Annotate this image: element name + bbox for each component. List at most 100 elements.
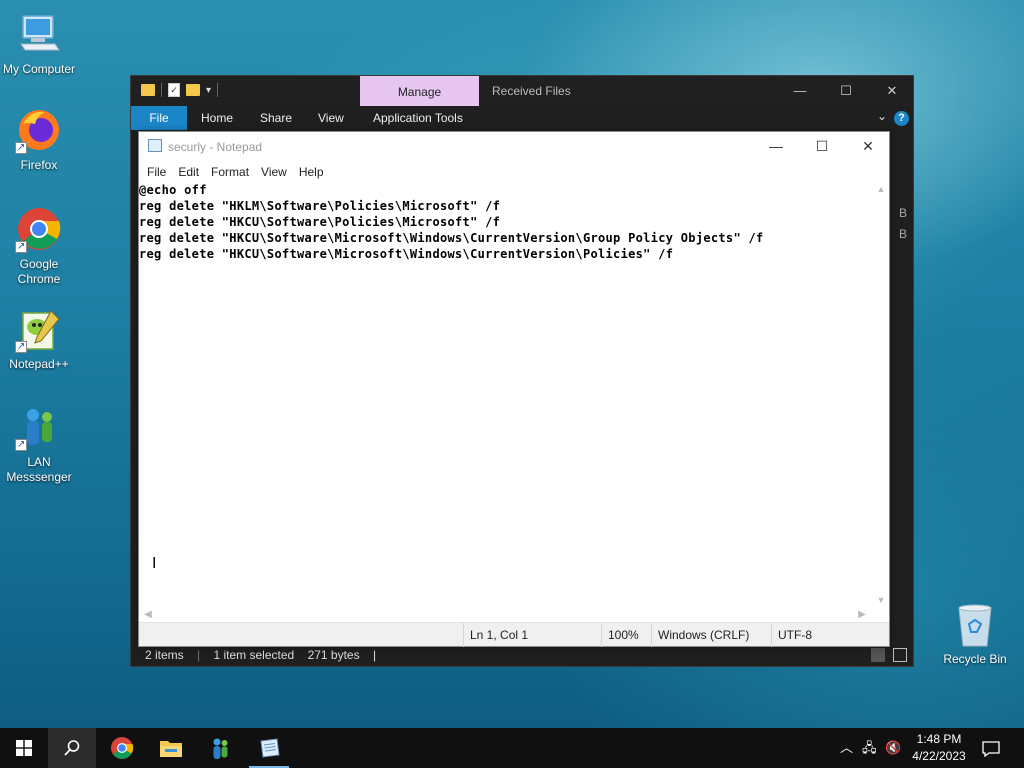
folder-icon[interactable] (141, 84, 155, 96)
volume-muted-icon[interactable]: 🔇 (885, 728, 901, 768)
windows-logo-icon (16, 740, 32, 756)
notepad-minimize-button[interactable]: — (753, 132, 799, 160)
explorer-column-fragment: B (898, 227, 907, 241)
shortcut-arrow-icon (15, 239, 27, 254)
help-icon[interactable]: ? (894, 111, 909, 126)
explorer-ribbon-tabs: File Home Share View Application Tools ⌄… (131, 106, 913, 130)
item-count: 2 items (145, 648, 184, 662)
shortcut-arrow-icon (15, 140, 27, 155)
text-line: reg delete "HKCU\Software\Microsoft\Wind… (139, 247, 674, 261)
show-hidden-icons-chevron-icon[interactable]: ︿ (840, 728, 853, 768)
desktop-icon-label: LAN Messsenger (6, 455, 72, 484)
selection-count: 1 item selected (213, 648, 295, 662)
new-folder-icon[interactable] (186, 84, 200, 96)
status-divider: | (197, 648, 201, 662)
text-line: reg delete "HKLM\Software\Policies\Micro… (139, 199, 501, 213)
explorer-close-button[interactable]: ✕ (869, 76, 915, 106)
notepad-title-bar[interactable]: securly - Notepad — ☐ ✕ (139, 132, 889, 160)
taskbar-notepad[interactable] (245, 728, 293, 768)
notifications-icon[interactable] (982, 728, 1000, 768)
explorer-column-fragment: B (898, 206, 907, 220)
chrome-icon (111, 737, 134, 759)
explorer-maximize-button[interactable]: ☐ (823, 76, 869, 106)
firefox-icon (15, 106, 63, 155)
properties-icon[interactable]: ✓ (168, 83, 180, 97)
encoding: UTF-8 (771, 623, 889, 647)
lan-messenger-icon (15, 403, 63, 452)
text-cursor-icon: I (152, 555, 157, 572)
notepad-window-title: securly - Notepad (168, 140, 263, 154)
collapse-ribbon-icon[interactable]: ⌄ (877, 109, 887, 123)
status-divider: | (372, 648, 377, 662)
desktop-icon-label: My Computer (2, 62, 76, 76)
explorer-window-title: Received Files (492, 84, 571, 98)
desktop-icon-label: Notepad++ (9, 357, 69, 371)
clock-time: 1:48 PM (916, 732, 962, 746)
tab-home[interactable]: Home (188, 106, 246, 130)
tab-view[interactable]: View (305, 106, 357, 130)
lan-messenger-icon (213, 738, 228, 759)
vertical-scrollbar[interactable]: ▲ ▼ (873, 182, 889, 607)
desktop-icon-lan-messenger[interactable]: LAN Messsenger (0, 403, 81, 485)
cursor-position: Ln 1, Col 1 (463, 623, 601, 647)
shortcut-arrow-icon (15, 339, 27, 354)
explorer-title-bar[interactable]: ✓ ▾ Manage Received Files — ☐ ✕ (131, 76, 913, 106)
horizontal-scrollbar[interactable]: ◀ ▶ (139, 607, 875, 623)
notepad-plus-plus-icon (15, 305, 63, 354)
chrome-icon (15, 205, 63, 254)
text-line: @echo off (139, 183, 207, 197)
scroll-right-icon[interactable]: ▶ (855, 607, 869, 623)
text-line: reg delete "HKCU\Software\Microsoft\Wind… (139, 231, 764, 245)
details-view-icon[interactable] (871, 648, 885, 662)
line-ending: Windows (CRLF) (651, 623, 771, 647)
desktop-icon-label: Firefox (20, 158, 58, 172)
search-icon (64, 740, 80, 756)
manage-context-tab[interactable]: Manage (360, 76, 479, 106)
taskbar-clock[interactable]: 1:48 PM 4/22/2023 (908, 731, 970, 765)
explorer-minimize-button[interactable]: — (777, 76, 823, 106)
start-button[interactable] (0, 728, 48, 768)
desktop-icon-google-chrome[interactable]: Google Chrome (0, 205, 81, 287)
menu-help[interactable]: Help (293, 160, 330, 182)
notepad-window[interactable]: securly - Notepad — ☐ ✕ File Edit Format… (138, 131, 890, 647)
scroll-down-icon[interactable]: ▼ (873, 593, 889, 607)
desktop-icon-label: Google Chrome (17, 257, 61, 286)
shortcut-arrow-icon (15, 437, 27, 452)
desktop-icon-my-computer[interactable]: My Computer (0, 10, 81, 77)
explorer-status-bar: 2 items | 1 item selected 271 bytes | (131, 644, 913, 666)
notepad-close-button[interactable]: ✕ (845, 132, 891, 160)
toolbar-divider (161, 83, 162, 97)
taskbar-lan-messenger[interactable] (196, 728, 244, 768)
clock-date: 4/22/2023 (912, 749, 966, 763)
search-button[interactable] (48, 728, 96, 768)
desktop-icon-notepad-plus-plus[interactable]: Notepad++ (0, 305, 81, 372)
menu-view[interactable]: View (255, 160, 293, 182)
customize-toolbar-icon[interactable]: ▾ (206, 85, 211, 96)
tab-file[interactable]: File (131, 106, 187, 130)
tab-application-tools[interactable]: Application Tools (360, 106, 476, 130)
desktop-icon-firefox[interactable]: Firefox (0, 106, 81, 173)
scroll-up-icon[interactable]: ▲ (873, 182, 889, 196)
notepad-maximize-button[interactable]: ☐ (799, 132, 845, 160)
notepad-icon (148, 139, 162, 152)
menu-edit[interactable]: Edit (172, 160, 205, 182)
menu-file[interactable]: File (141, 160, 172, 182)
recycle-bin-icon (953, 602, 997, 648)
taskbar-chrome[interactable] (98, 728, 146, 768)
desktop-icon-recycle-bin[interactable]: Recycle Bin (940, 602, 1010, 666)
text-line: reg delete "HKCU\Software\Policies\Micro… (139, 215, 501, 229)
menu-format[interactable]: Format (205, 160, 255, 182)
scroll-left-icon[interactable]: ◀ (141, 607, 155, 623)
notepad-icon (260, 738, 280, 758)
folder-icon (160, 741, 182, 757)
quick-access-toolbar[interactable]: ✓ ▾ (141, 83, 219, 97)
zoom-level: 100% (601, 623, 651, 647)
tab-share[interactable]: Share (247, 106, 305, 130)
selection-size: 271 bytes (307, 648, 360, 662)
computer-icon (15, 10, 63, 58)
taskbar-file-explorer[interactable] (147, 728, 195, 768)
large-icons-view-icon[interactable] (893, 648, 907, 662)
toolbar-divider (217, 83, 219, 97)
network-icon[interactable]: 🖧 (862, 728, 877, 768)
notepad-text-area[interactable]: @echo off reg delete "HKLM\Software\Poli… (139, 182, 875, 607)
